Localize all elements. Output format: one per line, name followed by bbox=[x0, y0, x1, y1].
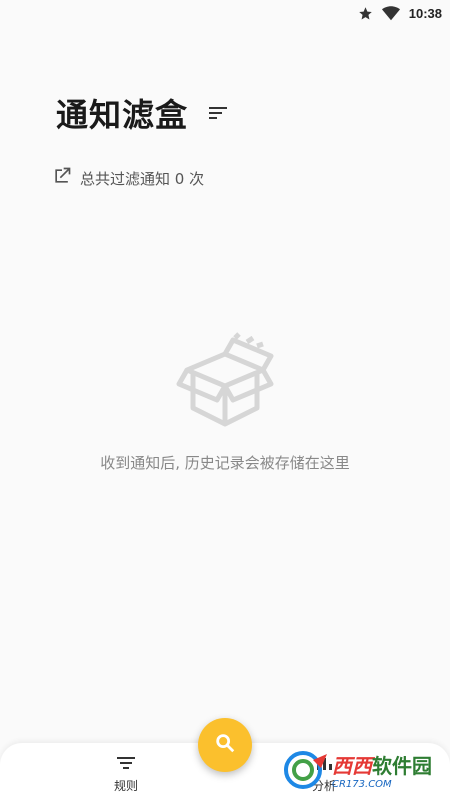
search-icon bbox=[214, 732, 236, 758]
watermark-url: CR173.COM bbox=[332, 779, 392, 790]
watermark-suffix: 软件园 bbox=[372, 754, 432, 778]
filter-summary-text: 总共过滤通知 0 次 bbox=[80, 169, 205, 188]
filter-list-icon bbox=[117, 755, 135, 774]
status-time: 10:38 bbox=[408, 5, 442, 21]
nav-label-rules: 规则 bbox=[113, 779, 138, 793]
header: 通知滤盒 bbox=[56, 90, 228, 136]
open-in-new-icon bbox=[52, 166, 72, 190]
sort-icon[interactable] bbox=[208, 105, 228, 121]
star-icon bbox=[358, 6, 373, 21]
status-bar: 10:38 bbox=[0, 0, 450, 26]
page-title: 通知滤盒 bbox=[56, 96, 189, 134]
empty-state: 收到通知后, 历史记录会被存储在这里 bbox=[0, 332, 450, 473]
watermark-brand: 西西 bbox=[332, 754, 372, 778]
app-screen: 10:38 通知滤盒 总共过滤通知 0 次 收到通知后, 历史记录会被存储在这里… bbox=[0, 0, 450, 800]
watermark-logo-icon bbox=[283, 748, 329, 792]
empty-box-icon bbox=[175, 332, 275, 432]
filter-summary[interactable]: 总共过滤通知 0 次 bbox=[52, 166, 204, 190]
watermark: 西西 软件园 CR173.COM bbox=[283, 748, 432, 792]
nav-item-rules[interactable]: 规则 bbox=[96, 755, 156, 794]
empty-state-message: 收到通知后, 历史记录会被存储在这里 bbox=[100, 454, 350, 472]
wifi-icon bbox=[381, 5, 400, 21]
search-fab-button[interactable] bbox=[198, 718, 252, 772]
